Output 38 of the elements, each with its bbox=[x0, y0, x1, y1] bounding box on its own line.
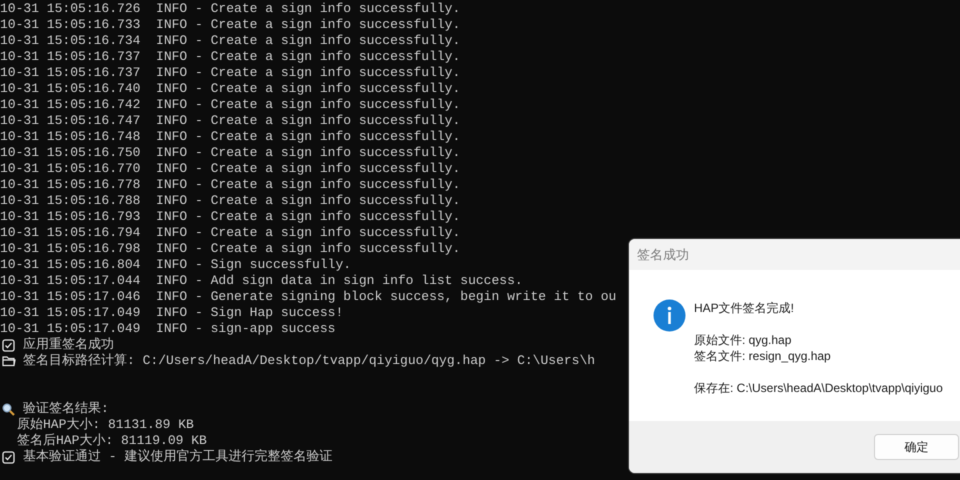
log-line: 10-31 15:05:16.737 INFO - Create a sign info successfully. bbox=[0, 49, 460, 65]
log-line: 10-31 15:05:16.740 INFO - Create a sign info successfully. bbox=[0, 81, 460, 97]
console-line: 基本验证通过 - 建议使用官方工具进行完整签名验证 bbox=[23, 449, 332, 465]
ok-button[interactable]: 确定 bbox=[874, 434, 959, 460]
log-line: 10-31 15:05:16.788 INFO - Create a sign info successfully. bbox=[0, 193, 460, 209]
log-line: 10-31 15:05:16.726 INFO - Create a sign info successfully. bbox=[0, 1, 460, 17]
log-line: 10-31 15:05:16.778 INFO - Create a sign info successfully. bbox=[0, 177, 460, 193]
log-line: 10-31 15:05:16.793 INFO - Create a sign info successfully. bbox=[0, 209, 460, 225]
console-line: 验证签名结果: bbox=[23, 401, 109, 417]
log-line: 10-31 15:05:16.770 INFO - Create a sign info successfully. bbox=[0, 161, 460, 177]
folder-icon bbox=[2, 355, 16, 367]
log-line: 10-31 15:05:17.044 INFO - Add sign data in sign info list success. bbox=[0, 273, 523, 289]
log-line: 10-31 15:05:17.049 INFO - Sign Hap success! bbox=[0, 305, 344, 321]
checkbox-icon bbox=[2, 450, 15, 464]
console-line: 签名后HAP大小: 81119.09 KB bbox=[16, 433, 207, 449]
info-icon bbox=[653, 299, 686, 332]
message-text: 原始文件: qyg.hap bbox=[694, 332, 792, 348]
log-line: 10-31 15:05:16.750 INFO - Create a sign info successfully. bbox=[0, 145, 460, 161]
console-line: 应用重签名成功 bbox=[23, 337, 114, 353]
message-text: 签名文件: resign_qyg.hap bbox=[694, 348, 832, 364]
checkbox-icon bbox=[2, 338, 15, 352]
log-line: 10-31 15:05:17.046 INFO - Generate signing block success, begin write it to ou bbox=[0, 289, 616, 305]
message-text: 保存在: C:\Users\headA\Desktop\tvapp\qiyiguo bbox=[694, 380, 943, 396]
log-line: 10-31 15:05:16.747 INFO - Create a sign info successfully. bbox=[0, 113, 460, 129]
log-line: 10-31 15:05:16.798 INFO - Create a sign info successfully. bbox=[0, 241, 460, 257]
log-line: 10-31 15:05:16.804 INFO - Sign successfully. bbox=[0, 257, 352, 273]
log-line: 10-31 15:05:16.794 INFO - Create a sign info successfully. bbox=[0, 225, 460, 241]
dialog-title: 签名成功 bbox=[637, 246, 689, 264]
console-line: 签名目标路径计算: C:/Users/headA/Desktop/tvapp/qiyiguo/qyg.hap -> C:\Users\h bbox=[23, 353, 596, 369]
log-line: 10-31 15:05:16.748 INFO - Create a sign info successfully. bbox=[0, 129, 460, 145]
log-line: 10-31 15:05:17.049 INFO - sign-app success bbox=[0, 321, 336, 337]
log-line: 10-31 15:05:16.742 INFO - Create a sign info successfully. bbox=[0, 97, 460, 113]
log-line: 10-31 15:05:16.737 INFO - Create a sign info successfully. bbox=[0, 65, 460, 81]
magnifier-icon bbox=[2, 402, 15, 416]
log-line: 10-31 15:05:16.733 INFO - Create a sign info successfully. bbox=[0, 17, 460, 33]
console-line: 原始HAP大小: 81131.89 KB bbox=[16, 417, 194, 433]
message-text: HAP文件签名完成! bbox=[694, 300, 796, 316]
log-line: 10-31 15:05:16.734 INFO - Create a sign info successfully. bbox=[0, 33, 460, 49]
